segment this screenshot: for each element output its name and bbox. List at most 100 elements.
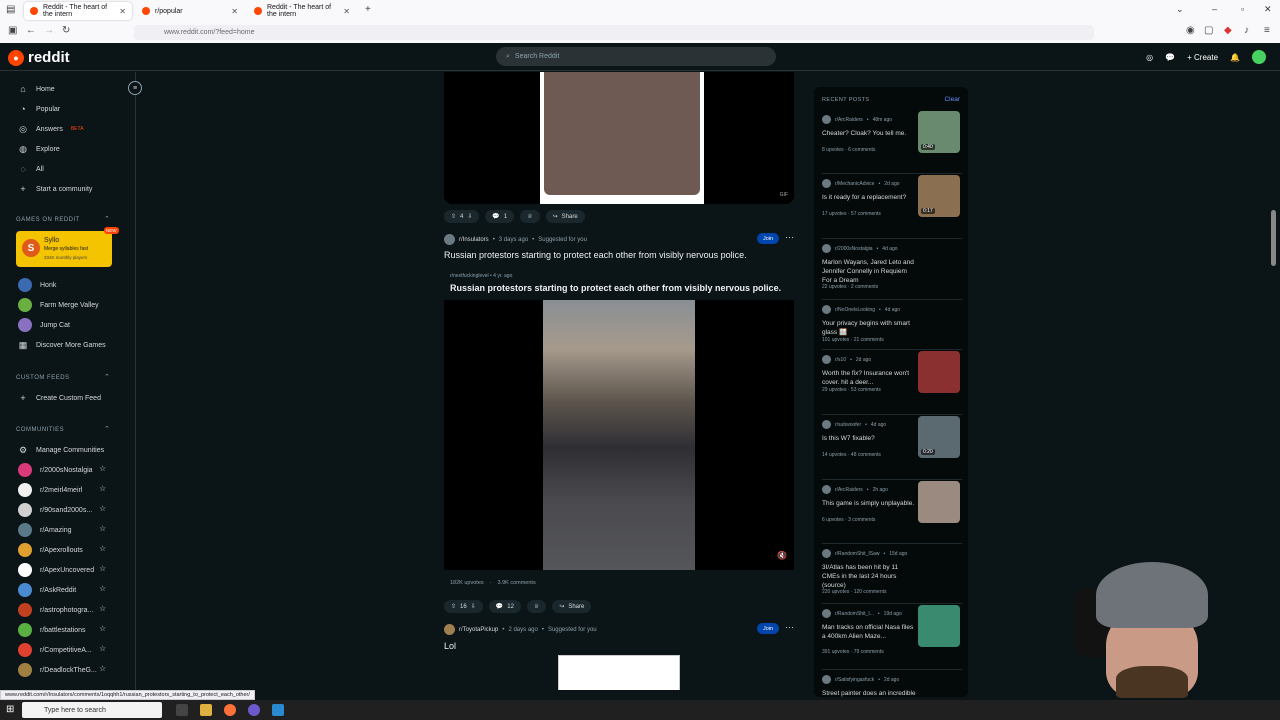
notifications-icon[interactable]: 🔔 (1230, 53, 1240, 62)
favorite-star-icon[interactable]: ☆ (99, 664, 106, 673)
recent-post[interactable]: r/RandomShit_I... • 19d ago Man tracks on o… (822, 605, 962, 655)
advertise-icon[interactable]: ◎ (1146, 53, 1153, 62)
favorite-star-icon[interactable]: ☆ (99, 464, 106, 473)
ublock-icon[interactable]: ◆ (1224, 25, 1232, 36)
favorite-star-icon[interactable]: ☆ (99, 564, 106, 573)
recent-post-subreddit[interactable]: r/2000sNostalgia (835, 246, 873, 252)
community-item[interactable]: r/ApexUncovered (18, 563, 94, 577)
sidebar-item-home[interactable]: ⌂ Home (18, 82, 54, 96)
reddit-logo[interactable]: ● reddit (8, 49, 70, 66)
community-item[interactable]: r/Amazing (18, 523, 72, 537)
join-button[interactable]: Join (757, 233, 779, 244)
firefox-icon[interactable] (224, 704, 236, 716)
recent-post-subreddit[interactable]: r/RandomShit_I... (835, 611, 874, 617)
recent-post[interactable]: r/RandomShit_ISaw • 15d ago 3I/Atlas has be… (822, 549, 962, 595)
sidebar-toggle-icon[interactable]: ▤ (6, 4, 15, 15)
subreddit-avatar[interactable] (444, 624, 455, 635)
pocket-icon[interactable]: ▢ (1204, 25, 1213, 36)
favorite-star-icon[interactable]: ☆ (99, 604, 106, 613)
browser-tab-2[interactable]: r/popular ✕ (136, 2, 244, 20)
user-avatar[interactable] (1252, 50, 1266, 64)
subreddit-link[interactable]: r/Insulators (459, 237, 489, 243)
subreddit-link[interactable]: r/ToyotaPickup (459, 627, 498, 633)
sidebar-item-answers[interactable]: ◎ Answers BETA (18, 122, 83, 136)
comments-button[interactable]: 💬 12 (488, 600, 521, 613)
minimize-icon[interactable]: – (1212, 4, 1217, 14)
create-button[interactable]: + Create (1187, 53, 1218, 62)
post-title[interactable]: Russian protestors starting to protect e… (444, 250, 747, 260)
mute-icon[interactable]: 🔇 (777, 551, 787, 560)
close-window-icon[interactable]: ✕ (1264, 4, 1272, 15)
recent-post-title[interactable]: Man tracks on official Nasa files a 400k… (822, 623, 917, 641)
community-item[interactable]: r/DeadlockTheG... (18, 663, 97, 677)
more-options-icon[interactable]: ⋯ (785, 622, 794, 633)
downvote-icon[interactable]: ⇩ (471, 603, 476, 610)
recent-post-title[interactable]: Is this W7 fixable? (822, 434, 917, 443)
join-button[interactable]: Join (757, 623, 779, 634)
recent-post-thumbnail[interactable]: 0:20 (918, 416, 960, 458)
taskbar-search[interactable]: Type here to search (22, 702, 162, 718)
reload-icon[interactable]: ↻ (62, 25, 70, 36)
crosspost-title[interactable]: Russian protestors starting to protect e… (450, 283, 781, 293)
recent-post[interactable]: r/2000sNostalgia • 4d ago Marlon Wayans, Ja… (822, 244, 962, 290)
back-icon[interactable]: ← (26, 25, 36, 36)
share-button[interactable]: ↪ Share (552, 600, 592, 613)
recent-post-subreddit[interactable]: r/ArcRaiders (835, 487, 863, 493)
extension-icon[interactable]: ◉ (1186, 25, 1195, 36)
recent-post[interactable]: r/subwoofer • 4d ago Is this W7 fixable? 14 … (822, 416, 962, 458)
community-item[interactable]: r/2000sNostalgia (18, 463, 93, 477)
task-view-icon[interactable] (176, 704, 188, 716)
chevron-up-icon[interactable]: ⌃ (104, 215, 110, 223)
browser-tab-1[interactable]: Reddit - The heart of the intern ✕ (24, 2, 132, 20)
favorite-star-icon[interactable]: ☆ (99, 544, 106, 553)
recent-post-title[interactable]: Marlon Wayans, Jared Leto and Jennifer C… (822, 258, 917, 285)
share-button[interactable]: ↪ Share (545, 210, 585, 223)
award-button[interactable]: ♕ (526, 600, 547, 613)
recent-post[interactable]: r/Satisfyingasfuck • 2d ago Street painter … (822, 675, 962, 697)
subreddit-avatar[interactable] (444, 234, 455, 245)
sidebar-item-all[interactable]: ◌ All (18, 162, 43, 176)
browser-tab-3[interactable]: Reddit - The heart of the intern ✕ (248, 2, 356, 20)
recent-post-thumbnail[interactable] (918, 351, 960, 393)
favorite-star-icon[interactable]: ☆ (99, 644, 106, 653)
reader-icon[interactable]: ▣ (8, 25, 17, 36)
new-tab-icon[interactable]: + (365, 4, 371, 15)
close-tab-icon[interactable]: ✕ (231, 7, 238, 16)
chat-icon[interactable]: 💬 (1165, 53, 1175, 62)
chevron-up-icon[interactable]: ⌃ (104, 425, 110, 433)
crosspost-subreddit[interactable]: r/nextfuckinglevel (450, 273, 489, 279)
vscode-icon[interactable] (272, 704, 284, 716)
speaker-icon[interactable]: ♪ (1244, 25, 1249, 36)
post-title[interactable]: Lol (444, 641, 456, 651)
recent-post-thumbnail[interactable] (918, 481, 960, 523)
page-scrollbar[interactable] (1271, 210, 1276, 266)
discover-games-link[interactable]: ▦ Discover More Games (18, 338, 106, 352)
recent-post-subreddit[interactable]: r/Satisfyingasfuck (835, 677, 874, 683)
sidebar-item-popular[interactable]: ◔ Popular (18, 102, 60, 116)
more-options-icon[interactable]: ⋯ (785, 232, 794, 243)
manage-communities-link[interactable]: ⚙ Manage Communities (18, 443, 104, 457)
recent-post-title[interactable]: Worth the fix? Insurance won't cover. hi… (822, 369, 917, 387)
recent-post-subreddit[interactable]: r/subwoofer (835, 422, 861, 428)
recent-post-title[interactable]: Cheater? Cloak? You tell me. (822, 129, 917, 138)
syllo-game-card[interactable]: S Syllo Merge syllables fast 334K monthl… (16, 231, 112, 267)
gif-media[interactable]: GIF (444, 72, 794, 204)
recent-post[interactable]: r/s10 • 2d ago Worth the fix? Insurance won… (822, 351, 962, 393)
award-button[interactable]: ♕ (520, 210, 540, 223)
community-item[interactable]: r/AskReddit (18, 583, 76, 597)
community-item[interactable]: r/battlestations (18, 623, 86, 637)
game-item-farm-merge-valley[interactable]: Farm Merge Valley (18, 298, 99, 312)
favorite-star-icon[interactable]: ☆ (99, 584, 106, 593)
downvote-icon[interactable]: ⇩ (467, 213, 472, 220)
recent-post-subreddit[interactable]: r/ArcRaiders (835, 117, 863, 123)
game-item-honk[interactable]: Honk (18, 278, 56, 292)
file-explorer-icon[interactable] (200, 704, 212, 716)
recent-post-title[interactable]: This game is simply unplayable. (822, 499, 917, 508)
obs-icon[interactable] (248, 704, 260, 716)
maximize-icon[interactable]: ▫ (1241, 4, 1244, 14)
upvote-icon[interactable]: ⇧ (451, 603, 456, 610)
menu-icon[interactable]: ≡ (1264, 25, 1270, 36)
recent-post[interactable]: r/ArcRaiders • 48m ago Cheater? Cloak? You … (822, 111, 962, 153)
recent-post-subreddit[interactable]: r/MechanicAdvice (835, 181, 874, 187)
recent-post-title[interactable]: Is it ready for a replacement? (822, 193, 917, 202)
